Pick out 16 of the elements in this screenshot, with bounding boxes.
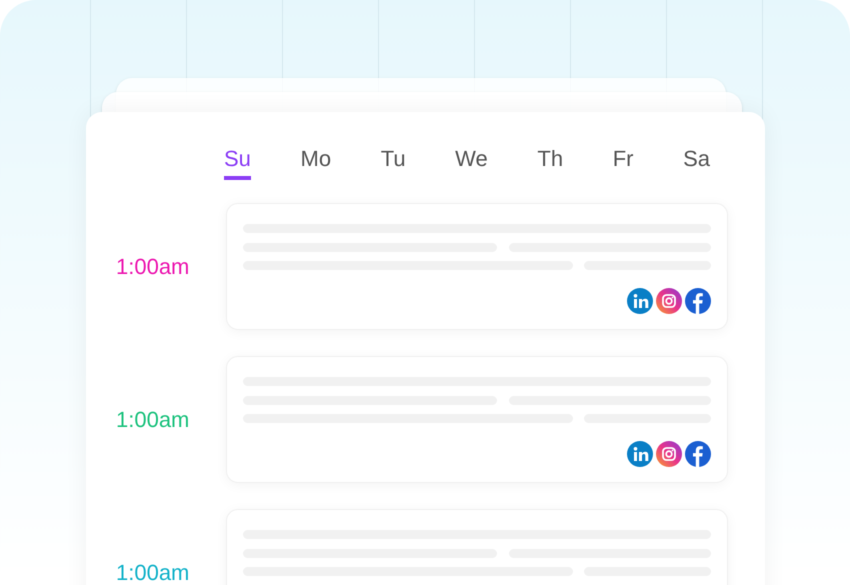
instagram-icon[interactable]	[656, 288, 682, 314]
linkedin-icon[interactable]	[627, 288, 653, 314]
linkedin-icon[interactable]	[627, 441, 653, 467]
day-tab[interactable]: Mo	[300, 145, 332, 180]
time-label: 1:00am	[116, 408, 190, 430]
day-tab[interactable]: Sa	[683, 145, 710, 180]
time-label: 1:00am	[116, 562, 190, 584]
day-tab[interactable]: Th	[537, 145, 564, 180]
time-label: 1:00am	[116, 256, 190, 278]
facebook-icon[interactable]	[685, 288, 711, 314]
day-tab[interactable]: Tu	[380, 145, 406, 180]
day-tab[interactable]: Fr	[612, 145, 634, 180]
day-tab[interactable]: We	[455, 145, 488, 180]
instagram-icon[interactable]	[656, 441, 682, 467]
day-tab[interactable]: Su	[224, 145, 251, 180]
facebook-icon[interactable]	[685, 441, 711, 467]
